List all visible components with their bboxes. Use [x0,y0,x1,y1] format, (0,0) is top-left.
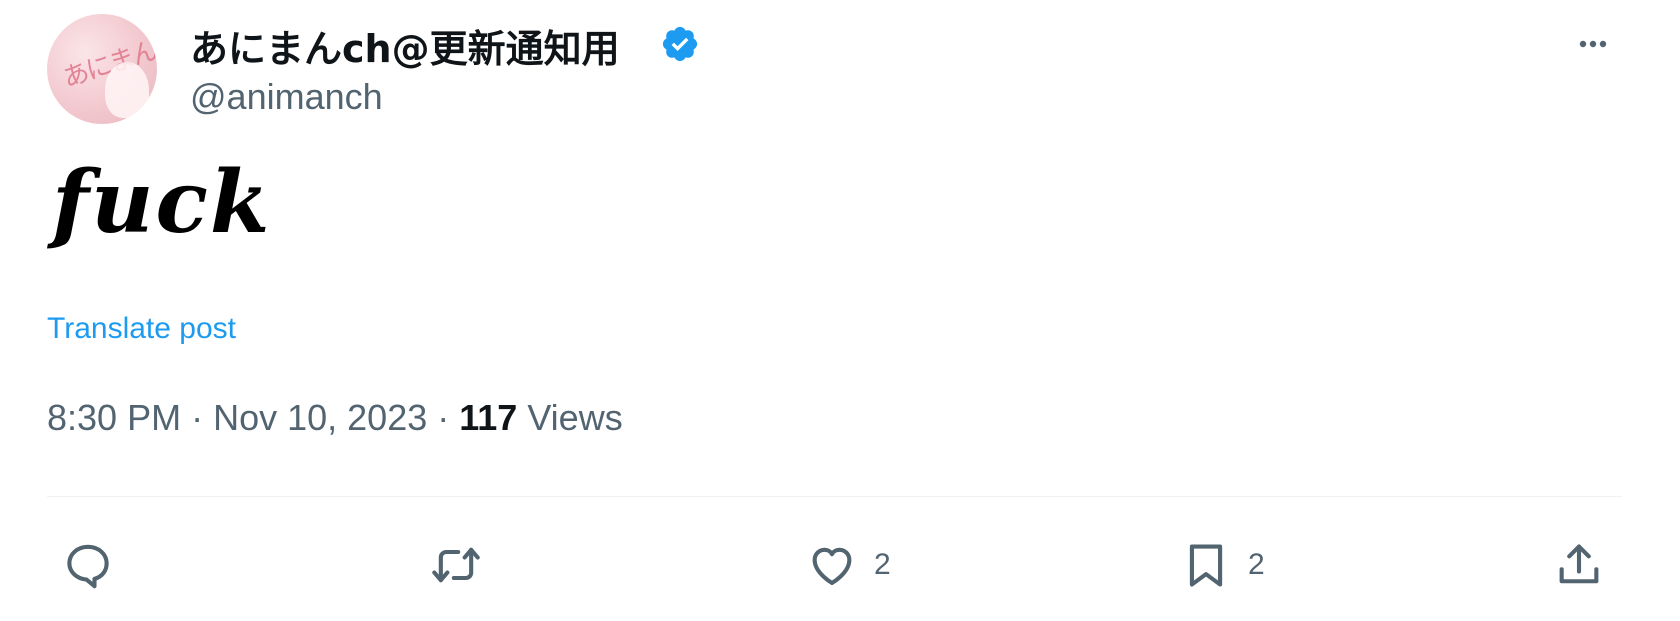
avatar-figure [105,62,149,118]
bookmark-button[interactable]: 2 [1180,535,1265,595]
share-button[interactable] [1553,535,1621,595]
like-button[interactable]: 2 [806,535,891,595]
tweet-card: あにまん あにまんch@更新通知用 @animanch 𝒇𝒖𝒄𝒌 Transla… [0,0,1680,621]
meta-separator: · [181,397,214,438]
author-handle[interactable]: @animanch [190,76,383,118]
views-count: 117 [459,397,518,438]
reply-button[interactable] [62,535,130,595]
verified-badge-icon [662,26,698,62]
reply-icon [67,544,109,589]
repost-icon [432,547,480,583]
divider [47,496,1622,497]
author-display-name[interactable]: あにまんch@更新通知用 [190,18,620,73]
more-options-icon[interactable] [1565,28,1621,60]
bookmark-icon [1189,544,1223,587]
post-meta: 8:30 PM · Nov 10, 2023 · 117 Views [47,397,623,439]
like-count: 2 [874,548,891,581]
post-text: 𝒇𝒖𝒄𝒌 [52,152,272,253]
avatar[interactable]: あにまん [47,14,157,124]
post-time[interactable]: 8:30 PM [47,397,181,438]
bookmark-count: 2 [1248,548,1265,581]
meta-separator: · [427,397,460,438]
post-date[interactable]: Nov 10, 2023 [213,397,427,438]
repost-button[interactable] [430,535,498,595]
translate-post-link[interactable]: Translate post [47,312,236,346]
share-icon [1559,544,1599,584]
heart-icon [812,547,852,586]
views-label: Views [517,397,623,438]
